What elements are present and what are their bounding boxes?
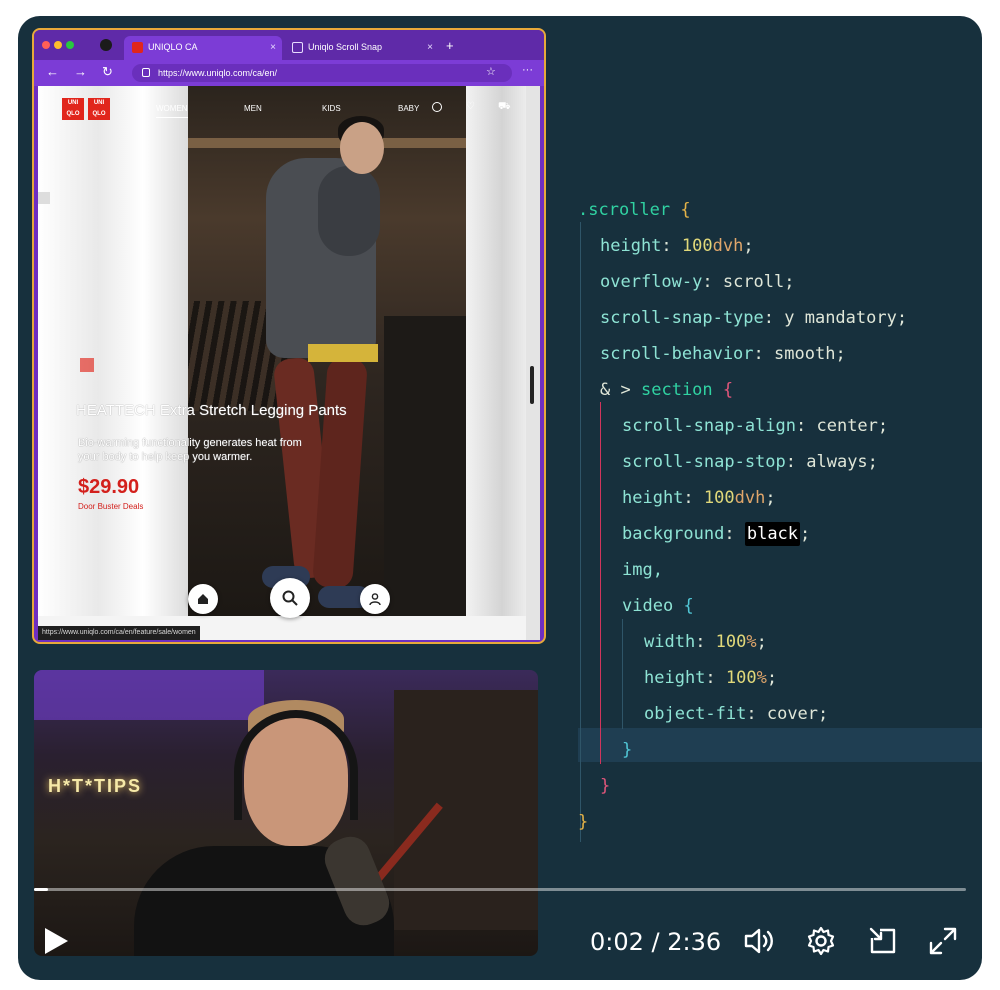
nav-kids[interactable]: KIDS: [322, 104, 341, 113]
video-player[interactable]: UNIQLO CA × Uniqlo Scroll Snap × + ← → ↻…: [18, 16, 982, 980]
wishlist-heart-icon[interactable]: ♡: [466, 101, 475, 112]
tab-uniqlo-scroll-snap[interactable]: Uniqlo Scroll Snap ×: [284, 36, 439, 60]
bookmark-star-icon[interactable]: ☆: [486, 65, 496, 78]
url-text: https://www.uniqlo.com/ca/en/: [158, 68, 278, 78]
hero-photo: [188, 86, 466, 616]
progress-bar[interactable]: [34, 888, 966, 891]
current-line-highlight: [578, 728, 982, 762]
pip-button[interactable]: [866, 924, 900, 958]
page-viewport[interactable]: UNI QLO UNI QLO WOMEN MEN KIDS BABY ♡ ⛟ HE…: [38, 86, 540, 640]
webcam-feed: H*T*TIPS: [34, 670, 538, 956]
close-tab-icon[interactable]: ×: [270, 42, 276, 53]
page-favicon-icon: [292, 42, 303, 53]
indent-guide: [580, 222, 581, 842]
page-left-marker: [38, 192, 50, 204]
minimize-window-icon[interactable]: [54, 41, 62, 49]
tab-uniqlo-ca[interactable]: UNIQLO CA ×: [124, 36, 282, 60]
picture-in-picture-icon: [869, 927, 896, 954]
play-button[interactable]: [42, 926, 72, 956]
code-selector: .scroller: [578, 200, 671, 220]
browser-window: UNIQLO CA × Uniqlo Scroll Snap × + ← → ↻…: [32, 28, 546, 644]
home-icon: [198, 594, 208, 604]
product-price: $29.90: [78, 476, 140, 498]
menu-dots-icon[interactable]: ···: [522, 64, 533, 76]
settings-button[interactable]: [804, 924, 838, 958]
address-bar: ← → ↻ https://www.uniqlo.com/ca/en/ ☆ ··…: [34, 60, 544, 86]
home-button[interactable]: [188, 584, 218, 614]
scrollbar[interactable]: [526, 86, 540, 640]
forward-icon[interactable]: →: [74, 64, 87, 79]
nav-women[interactable]: WOMEN: [156, 104, 188, 118]
time-separator: /: [651, 928, 660, 956]
product-description: Bio-warming functionality generates heat…: [78, 437, 302, 463]
nav-men[interactable]: MEN: [244, 104, 262, 113]
close-tab-icon[interactable]: ×: [427, 42, 433, 53]
tab-label: UNIQLO CA: [148, 42, 198, 52]
tab-bar: UNIQLO CA × Uniqlo Scroll Snap × +: [34, 30, 544, 60]
nav-baby[interactable]: BABY: [398, 104, 419, 113]
neon-sign: H*T*TIPS: [48, 776, 143, 796]
search-button[interactable]: [270, 578, 310, 618]
tab-label: Uniqlo Scroll Snap: [308, 42, 383, 52]
status-bar-url: https://www.uniqlo.com/ca/en/feature/sal…: [38, 626, 200, 640]
scrollbar-thumb[interactable]: [530, 366, 534, 404]
lock-icon: [142, 68, 150, 77]
time-display: 0:02 / 2:36: [590, 928, 721, 956]
fullscreen-icon: [929, 927, 957, 955]
product-title[interactable]: HEATTECH Extra Stretch Legging Pants: [76, 402, 347, 419]
gear-icon: [807, 926, 835, 956]
user-icon: [369, 593, 381, 606]
search-icon: [282, 590, 298, 606]
cart-icon[interactable]: ⛟: [498, 101, 511, 114]
play-icon: [45, 928, 68, 954]
url-input[interactable]: https://www.uniqlo.com/ca/en/: [132, 64, 512, 82]
close-window-icon[interactable]: [42, 41, 50, 49]
uniqlo-favicon-icon: [132, 42, 143, 53]
volume-button[interactable]: [742, 924, 776, 958]
account-button[interactable]: [360, 584, 390, 614]
uniqlo-logo[interactable]: UNI QLO: [62, 98, 84, 120]
maximize-window-icon[interactable]: [66, 41, 74, 49]
new-tab-icon[interactable]: +: [446, 38, 454, 53]
current-time: 0:02: [590, 928, 644, 956]
reload-icon[interactable]: ↻: [102, 64, 113, 80]
indent-guide-section: [600, 402, 601, 764]
back-icon[interactable]: ←: [46, 64, 59, 79]
uniqlo-logo-katakana[interactable]: UNI QLO: [88, 98, 110, 120]
fullscreen-button[interactable]: [926, 924, 960, 958]
indent-guide-video: [622, 619, 623, 729]
left-image-panel: [38, 86, 188, 616]
profile-icon[interactable]: [100, 39, 112, 51]
color-swatch-black: black: [744, 522, 801, 546]
deal-label[interactable]: Door Buster Deals: [78, 502, 143, 511]
right-image-panel: [466, 86, 526, 616]
globe-icon[interactable]: [432, 102, 442, 112]
progress-fill: [34, 888, 48, 891]
duration: 2:36: [667, 928, 722, 956]
product-badge-icon: [80, 358, 94, 372]
volume-icon: [744, 928, 773, 954]
